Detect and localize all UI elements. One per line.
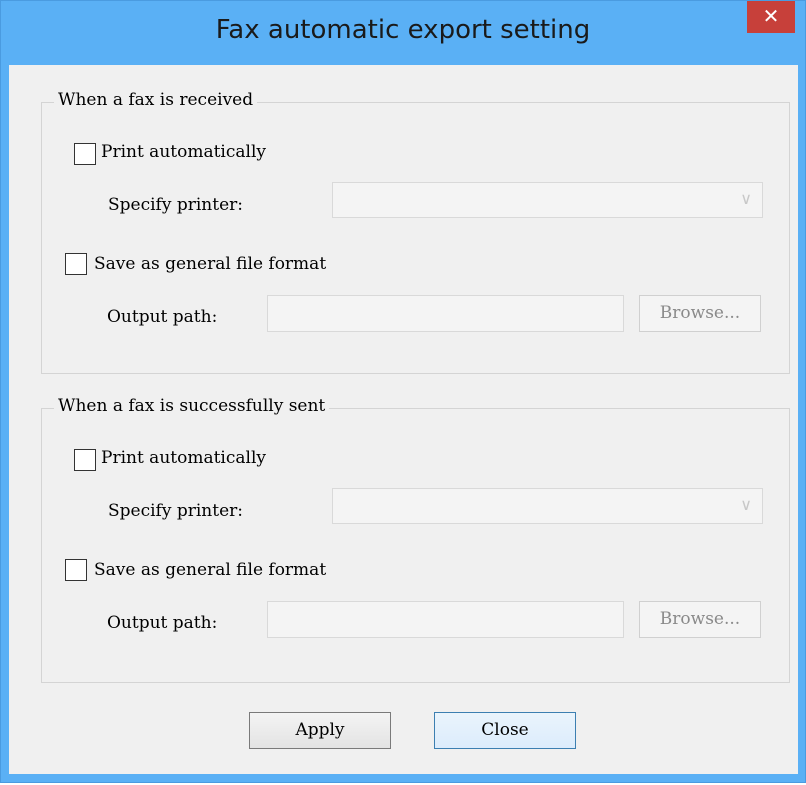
- sent-group: When a fax is successfully sent Print au…: [41, 396, 790, 683]
- close-button[interactable]: Close: [434, 712, 576, 749]
- sent-save-label[interactable]: Save as general file format: [94, 560, 326, 580]
- received-print-label[interactable]: Print automatically: [101, 142, 266, 162]
- received-printer-dropdown[interactable]: ∨: [332, 182, 763, 218]
- received-group: When a fax is received Print automatical…: [41, 90, 790, 374]
- dialog-window: Fax automatic export setting ✕ When a fa…: [0, 0, 806, 783]
- sent-save-checkbox[interactable]: [65, 559, 87, 581]
- received-path-label: Output path:: [107, 307, 218, 327]
- title-bar[interactable]: Fax automatic export setting ✕: [1, 1, 805, 65]
- sent-output-path-input[interactable]: [267, 601, 624, 638]
- chevron-down-icon: ∨: [740, 495, 752, 514]
- sent-group-legend: When a fax is successfully sent: [54, 396, 330, 416]
- received-save-label[interactable]: Save as general file format: [94, 254, 326, 274]
- dialog-client-area: When a fax is received Print automatical…: [9, 65, 798, 774]
- received-browse-button[interactable]: Browse...: [639, 295, 761, 332]
- sent-path-label: Output path:: [107, 613, 218, 633]
- sent-print-checkbox[interactable]: [74, 449, 96, 471]
- received-print-checkbox[interactable]: [74, 143, 96, 165]
- sent-printer-dropdown[interactable]: ∨: [332, 488, 763, 524]
- chevron-down-icon: ∨: [740, 189, 752, 208]
- received-group-legend: When a fax is received: [54, 90, 258, 110]
- close-icon[interactable]: ✕: [747, 1, 795, 33]
- sent-printer-label: Specify printer:: [108, 501, 243, 521]
- received-save-checkbox[interactable]: [65, 253, 87, 275]
- sent-print-label[interactable]: Print automatically: [101, 448, 266, 468]
- apply-button[interactable]: Apply: [249, 712, 391, 749]
- dialog-title: Fax automatic export setting: [215, 15, 591, 45]
- sent-browse-button[interactable]: Browse...: [639, 601, 761, 638]
- received-printer-label: Specify printer:: [108, 195, 243, 215]
- received-output-path-input[interactable]: [267, 295, 624, 332]
